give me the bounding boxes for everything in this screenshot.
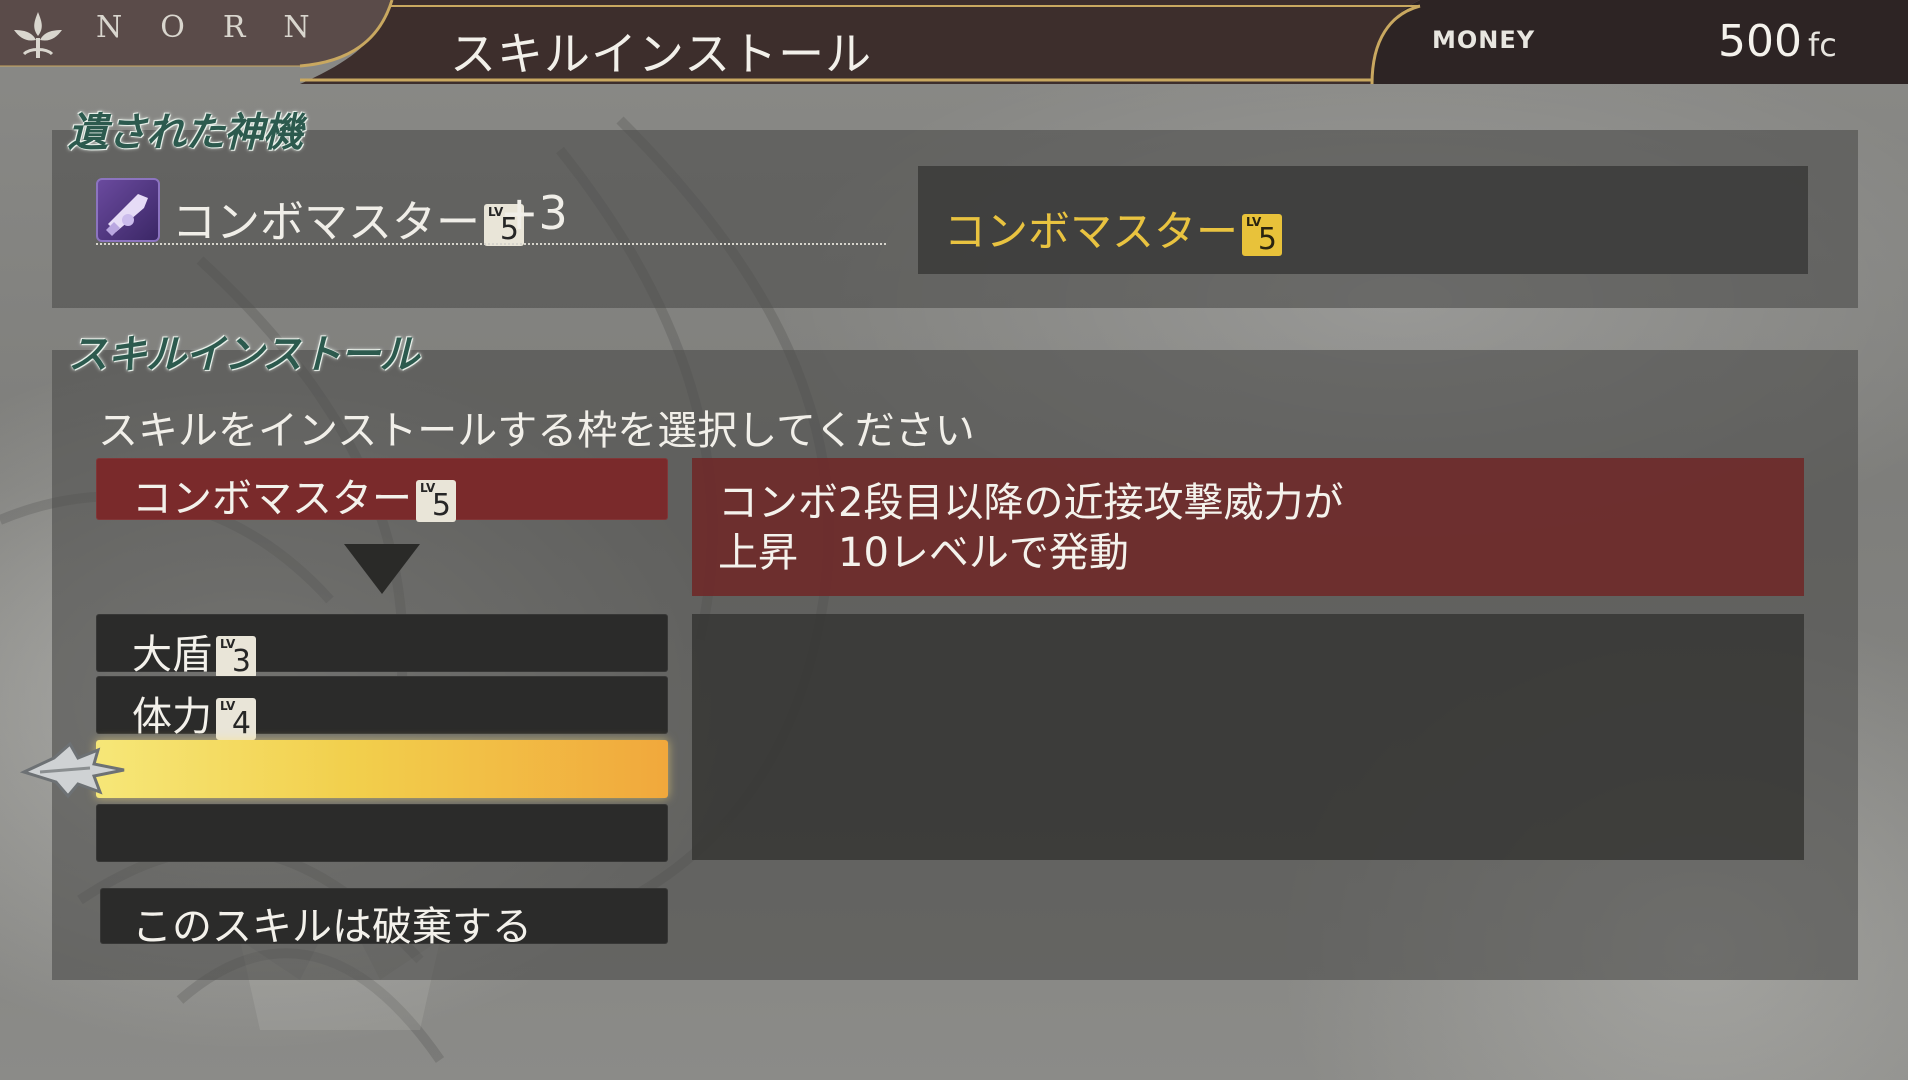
- brand-logo-text: NORN: [96, 10, 348, 45]
- relic-preview-label: コンボマスター: [944, 207, 1239, 256]
- relic-divider: [96, 243, 886, 245]
- slot-description-box: [692, 614, 1804, 860]
- skill-slot-1[interactable]: 大盾 LV 3: [96, 614, 668, 678]
- level-badge: LV 3: [216, 636, 256, 678]
- relic-skill-name[interactable]: コンボマスター LV 5: [172, 186, 528, 250]
- relic-section-heading: 遺された神機: [68, 109, 303, 156]
- new-skill-name: コンボマスター LV 5: [132, 466, 460, 524]
- discard-skill-label: このスキルは破棄する: [132, 904, 532, 950]
- skill-slot-label: 大盾: [132, 632, 212, 678]
- level-badge: LV 4: [216, 698, 256, 740]
- level-badge-value: 4: [231, 706, 251, 741]
- relic-weapon-icon: [96, 178, 160, 242]
- instruction-text: スキルをインストールする枠を選択してください: [98, 408, 975, 454]
- level-badge: LV 5: [416, 480, 456, 522]
- relic-skill-label: コンボマスター: [172, 197, 480, 248]
- discard-skill-button[interactable]: このスキルは破棄する: [100, 888, 668, 950]
- new-skill-row: コンボマスター LV 5: [96, 458, 668, 522]
- currency-unit: fc: [1808, 26, 1837, 64]
- arrow-down-icon: [344, 544, 420, 594]
- money-amount: 500: [1718, 16, 1802, 67]
- page-title: スキルインストール: [450, 27, 873, 81]
- relic-weapon-glyph: [106, 194, 148, 236]
- level-badge-value: 3: [231, 644, 251, 679]
- money-label: MONEY: [1432, 26, 1536, 54]
- norn-emblem-icon: [14, 12, 62, 58]
- header-bar: NORN スキルインストール MONEY 500 fc: [0, 0, 1908, 86]
- skill-slot-4[interactable]: [96, 804, 668, 862]
- skill-slot-name: 大盾 LV 3: [132, 622, 260, 680]
- level-badge-value: 5: [1257, 221, 1278, 257]
- selection-cursor-icon: [20, 741, 125, 799]
- relic-bonus: +3: [500, 186, 568, 240]
- level-badge-value: 5: [431, 488, 451, 523]
- relic-preview-name: コンボマスター LV 5: [944, 198, 1286, 259]
- skill-slot-name: 体力 LV 4: [132, 684, 260, 742]
- skill-slot-3-selected[interactable]: [96, 740, 668, 798]
- skill-slot-2[interactable]: 体力 LV 4: [96, 676, 668, 740]
- skill-slot-label: 体力: [132, 694, 212, 740]
- game-screen: NORN スキルインストール MONEY 500 fc 遺された神機 コンボマス…: [0, 0, 1908, 1080]
- new-skill-label: コンボマスター: [132, 476, 412, 522]
- install-section-heading: スキルインストール: [68, 331, 419, 378]
- level-badge: LV 5: [1242, 213, 1283, 257]
- skill-description: コンボ2段目以降の近接攻撃威力が 上昇 10レベルで発動: [718, 480, 1344, 576]
